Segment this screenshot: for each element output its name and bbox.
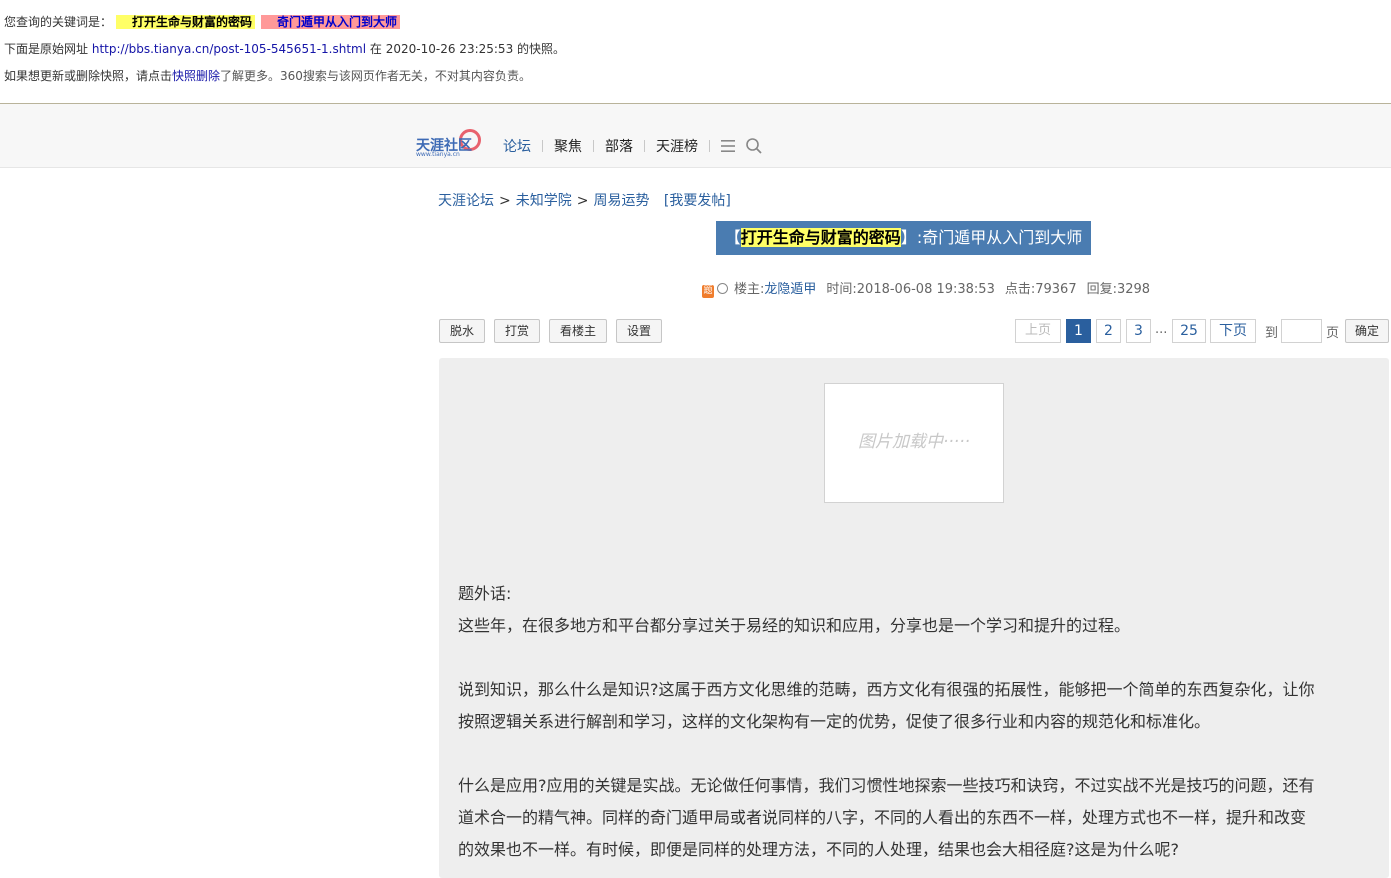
content-line: 的效果也不一样。有时候，即便是同样的处理方法，不同的人处理，结果也会大相径庭?这… bbox=[458, 840, 1179, 859]
image-placeholder: 图片加载中····· bbox=[824, 383, 1004, 503]
author-face-icon bbox=[717, 283, 728, 294]
content-line: 题外话: bbox=[458, 584, 512, 603]
reward-button[interactable]: 打赏 bbox=[494, 319, 540, 343]
origin-mid: 在 bbox=[369, 42, 382, 56]
origin-url-link[interactable]: http://bbs.tianya.cn/post-105-545651-1.s… bbox=[92, 42, 366, 56]
post-replies: 回复:3298 bbox=[1086, 282, 1151, 297]
menu-icon[interactable] bbox=[721, 140, 735, 152]
tianya-logo[interactable]: 天涯社区 www.tianya.cn bbox=[415, 129, 487, 161]
goto-confirm-button[interactable]: 确定 bbox=[1345, 319, 1389, 343]
new-post-link[interactable]: [我要发帖] bbox=[664, 193, 731, 209]
post-clicks: 点击:79367 bbox=[1004, 282, 1077, 297]
pager-ellipsis: ... bbox=[1155, 322, 1168, 337]
search-icon[interactable] bbox=[745, 137, 763, 155]
breadcrumb-sep: > bbox=[576, 193, 589, 209]
keyword-highlight-1: 打开生命与财富的密码 bbox=[116, 15, 256, 29]
post-body: 图片加载中····· 题外话: 这些年，在很多地方和平台都分享过关于易经的知识和… bbox=[439, 358, 1389, 878]
page-2-button[interactable]: 2 bbox=[1096, 319, 1121, 343]
author-label: 楼主: bbox=[734, 282, 765, 297]
notice-line: 如果想更新或删除快照，请点击快照删除了解更多。360搜索与该网页作者无关，不对其… bbox=[4, 67, 531, 84]
snapshot-delete-link[interactable]: 快照删除 bbox=[172, 69, 220, 83]
page-last-button[interactable]: 25 bbox=[1172, 319, 1206, 343]
origin-time: 2020-10-26 23:25:53 bbox=[385, 42, 514, 56]
notice-prefix: 如果想更新或删除快照，请点击 bbox=[4, 69, 173, 83]
keyword-highlight-2: 奇门遁甲从入门到大师 bbox=[261, 15, 401, 29]
topic-badge-icon: 题 bbox=[702, 285, 714, 298]
nav-divider bbox=[542, 140, 543, 152]
origin-prefix: 下面是原始网址 bbox=[4, 42, 89, 56]
nav-divider bbox=[593, 140, 594, 152]
page-3-button[interactable]: 3 bbox=[1126, 319, 1151, 343]
content-line: 说到知识，那么什么是知识?这属于西方文化思维的范畴，西方文化有很强的拓展性，能够… bbox=[458, 680, 1315, 699]
author-only-button[interactable]: 看楼主 bbox=[549, 319, 607, 343]
post-time: 时间:2018-06-08 19:38:53 bbox=[826, 282, 995, 297]
title-highlight: 打开生命与财富的密码 bbox=[740, 228, 901, 247]
prev-page-button[interactable]: 上页 bbox=[1015, 319, 1061, 343]
title-rest: :奇门遁甲从入门到大师 bbox=[916, 228, 1083, 247]
page-1-button[interactable]: 1 bbox=[1066, 319, 1091, 343]
page-label: 页 bbox=[1326, 326, 1340, 341]
origin-line: 下面是原始网址 http://bbs.tianya.cn/post-105-54… bbox=[4, 40, 565, 57]
nav-divider bbox=[709, 140, 710, 152]
breadcrumb-forum[interactable]: 天涯论坛 bbox=[438, 193, 494, 209]
logo-url: www.tianya.cn bbox=[416, 151, 460, 158]
content-line: 什么是应用?应用的关键是实战。无论做任何事情，我们习惯性地探索一些技巧和诀窍，不… bbox=[458, 776, 1315, 795]
next-page-button[interactable]: 下页 bbox=[1210, 319, 1256, 343]
breadcrumb-board[interactable]: 未知学院 bbox=[516, 193, 572, 209]
nav-item-tribe[interactable]: 部落 bbox=[605, 139, 633, 155]
tianya-page: 天涯社区 www.tianya.cn 论坛 聚焦 部落 天涯榜 天涯论坛 > 未知学院 > 周… bbox=[0, 104, 1391, 878]
breadcrumb: 天涯论坛 > 未知学院 > 周易运势 [我要发帖] bbox=[438, 190, 731, 210]
origin-suffix: 的快照。 bbox=[517, 42, 566, 56]
content-line: 按照逻辑关系进行解剖和学习，这样的文化架构有一定的优势，促使了很多行业和内容的规… bbox=[458, 712, 1211, 731]
dehydrate-button[interactable]: 脱水 bbox=[439, 319, 485, 343]
nav-item-forum[interactable]: 论坛 bbox=[503, 139, 531, 155]
settings-button[interactable]: 设置 bbox=[616, 319, 662, 343]
title-bracket-close: 】 bbox=[900, 228, 917, 247]
post-meta: 题 楼主:龙隐遁甲 时间:2018-06-08 19:38:53 点击:79367 回复… bbox=[702, 278, 1150, 298]
snapshot-header: 您查询的关键词是： 打开生命与财富的密码 奇门遁甲从入门到大师 下面是原始网址 ht… bbox=[0, 0, 1391, 104]
author-link[interactable]: 龙隐遁甲 bbox=[764, 282, 816, 297]
content-line: 这些年，在很多地方和平台都分享过关于易经的知识和应用，分享也是一个学习和提升的过… bbox=[458, 616, 1131, 635]
nav-item-ranking[interactable]: 天涯榜 bbox=[656, 139, 698, 155]
nav-divider bbox=[644, 140, 645, 152]
breadcrumb-section[interactable]: 周易运势 bbox=[593, 193, 649, 209]
goto-label: 到 bbox=[1265, 326, 1279, 341]
query-label: 您查询的关键词是： bbox=[4, 15, 113, 29]
content-line: 道术合一的精气神。同样的奇门遁甲局或者说同样的八字，不同的人看出的东西不一样，处… bbox=[458, 808, 1307, 827]
main-nav: 论坛 聚焦 部落 天涯榜 bbox=[503, 136, 763, 156]
post-title: 【打开生命与财富的密码】:奇门遁甲从入门到大师 bbox=[716, 221, 1091, 255]
top-nav-bar: 天涯社区 www.tianya.cn 论坛 聚焦 部落 天涯榜 bbox=[0, 104, 1391, 168]
title-bracket-open: 【 bbox=[724, 228, 741, 247]
goto-page-input[interactable] bbox=[1281, 319, 1322, 343]
notice-suffix: 了解更多。360搜索与该网页作者无关，不对其内容负责。 bbox=[220, 69, 531, 83]
breadcrumb-sep: > bbox=[499, 193, 511, 209]
nav-item-focus[interactable]: 聚焦 bbox=[554, 139, 582, 155]
query-line: 您查询的关键词是： 打开生命与财富的密码 奇门遁甲从入门到大师 bbox=[4, 13, 401, 30]
